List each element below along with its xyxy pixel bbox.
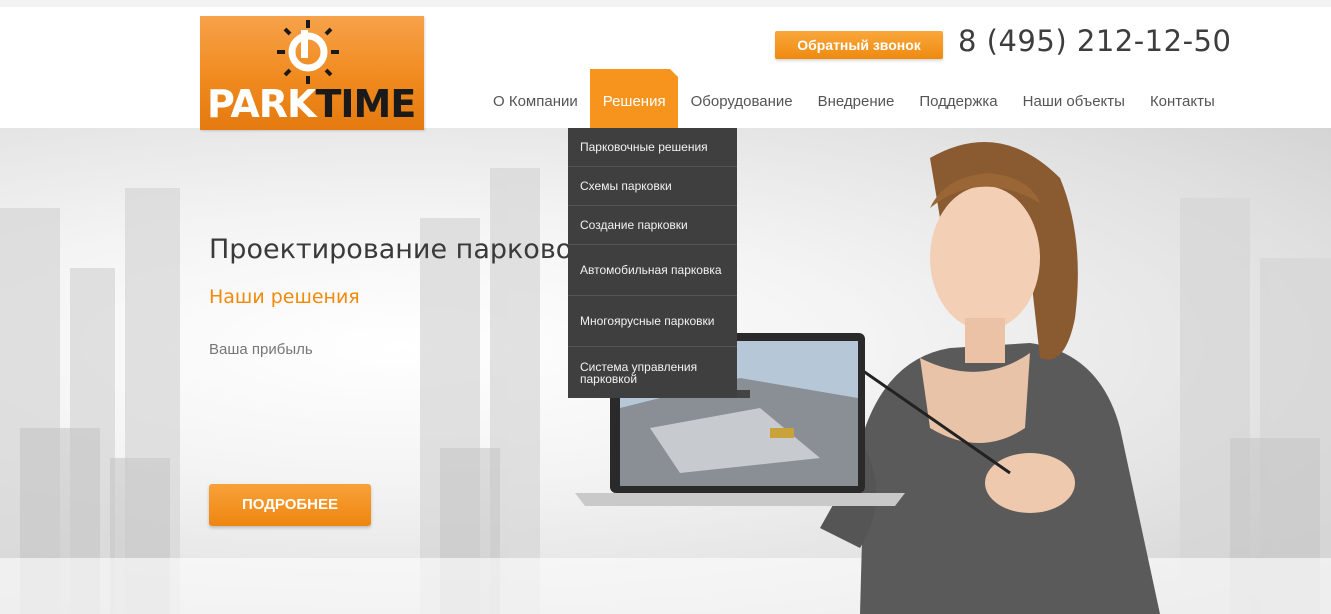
logo-text: PARKTIME bbox=[207, 82, 416, 126]
dropdown-item-parking-solutions[interactable]: Парковочные решения bbox=[568, 128, 737, 167]
nav-item-projects[interactable]: Наши объекты bbox=[1010, 69, 1137, 135]
nav-item-implementation[interactable]: Внедрение bbox=[805, 69, 907, 135]
parking-sun-emblem-icon bbox=[277, 20, 339, 84]
nav-item-solutions[interactable]: Решения bbox=[589, 69, 678, 135]
hero-subtitle: Наши решения bbox=[209, 286, 360, 308]
hero-text: Ваша прибыль bbox=[209, 341, 313, 358]
logo[interactable]: PARKTIME bbox=[200, 16, 424, 130]
callback-button[interactable]: Обратный звонок bbox=[775, 31, 943, 59]
logo-text-time: TIME bbox=[315, 82, 416, 126]
dropdown-item-parking-creation[interactable]: Создание парковки bbox=[568, 206, 737, 245]
nav-item-support[interactable]: Поддержка bbox=[906, 69, 1009, 135]
dropdown-item-parking-management[interactable]: Система управления парковкой bbox=[568, 347, 737, 398]
more-button[interactable]: ПОДРОБНЕЕ bbox=[209, 484, 371, 526]
main-nav: О Компании Решения Оборудование Внедрени… bbox=[480, 69, 1227, 135]
dropdown-item-multilevel-parking[interactable]: Многоярусные парковки bbox=[568, 296, 737, 347]
dropdown-item-car-parking[interactable]: Автомобильная парковка bbox=[568, 245, 737, 296]
nav-item-company[interactable]: О Компании bbox=[480, 69, 590, 135]
dropdown-item-parking-schemes[interactable]: Схемы парковки bbox=[568, 167, 737, 206]
page: Проектирование парковок Наши решения Ваш… bbox=[0, 0, 1331, 614]
hero-title: Проектирование парковок bbox=[209, 234, 589, 265]
solutions-dropdown: Парковочные решения Схемы парковки Созда… bbox=[568, 128, 737, 398]
phone-number: 8 (495) 212-12-50 bbox=[958, 24, 1232, 58]
site-header: PARKTIME Обратный звонок 8 (495) 212-12-… bbox=[0, 0, 1331, 135]
nav-item-equipment[interactable]: Оборудование bbox=[678, 69, 805, 135]
logo-text-park: PARK bbox=[207, 82, 316, 126]
nav-item-contacts[interactable]: Контакты bbox=[1137, 69, 1227, 135]
